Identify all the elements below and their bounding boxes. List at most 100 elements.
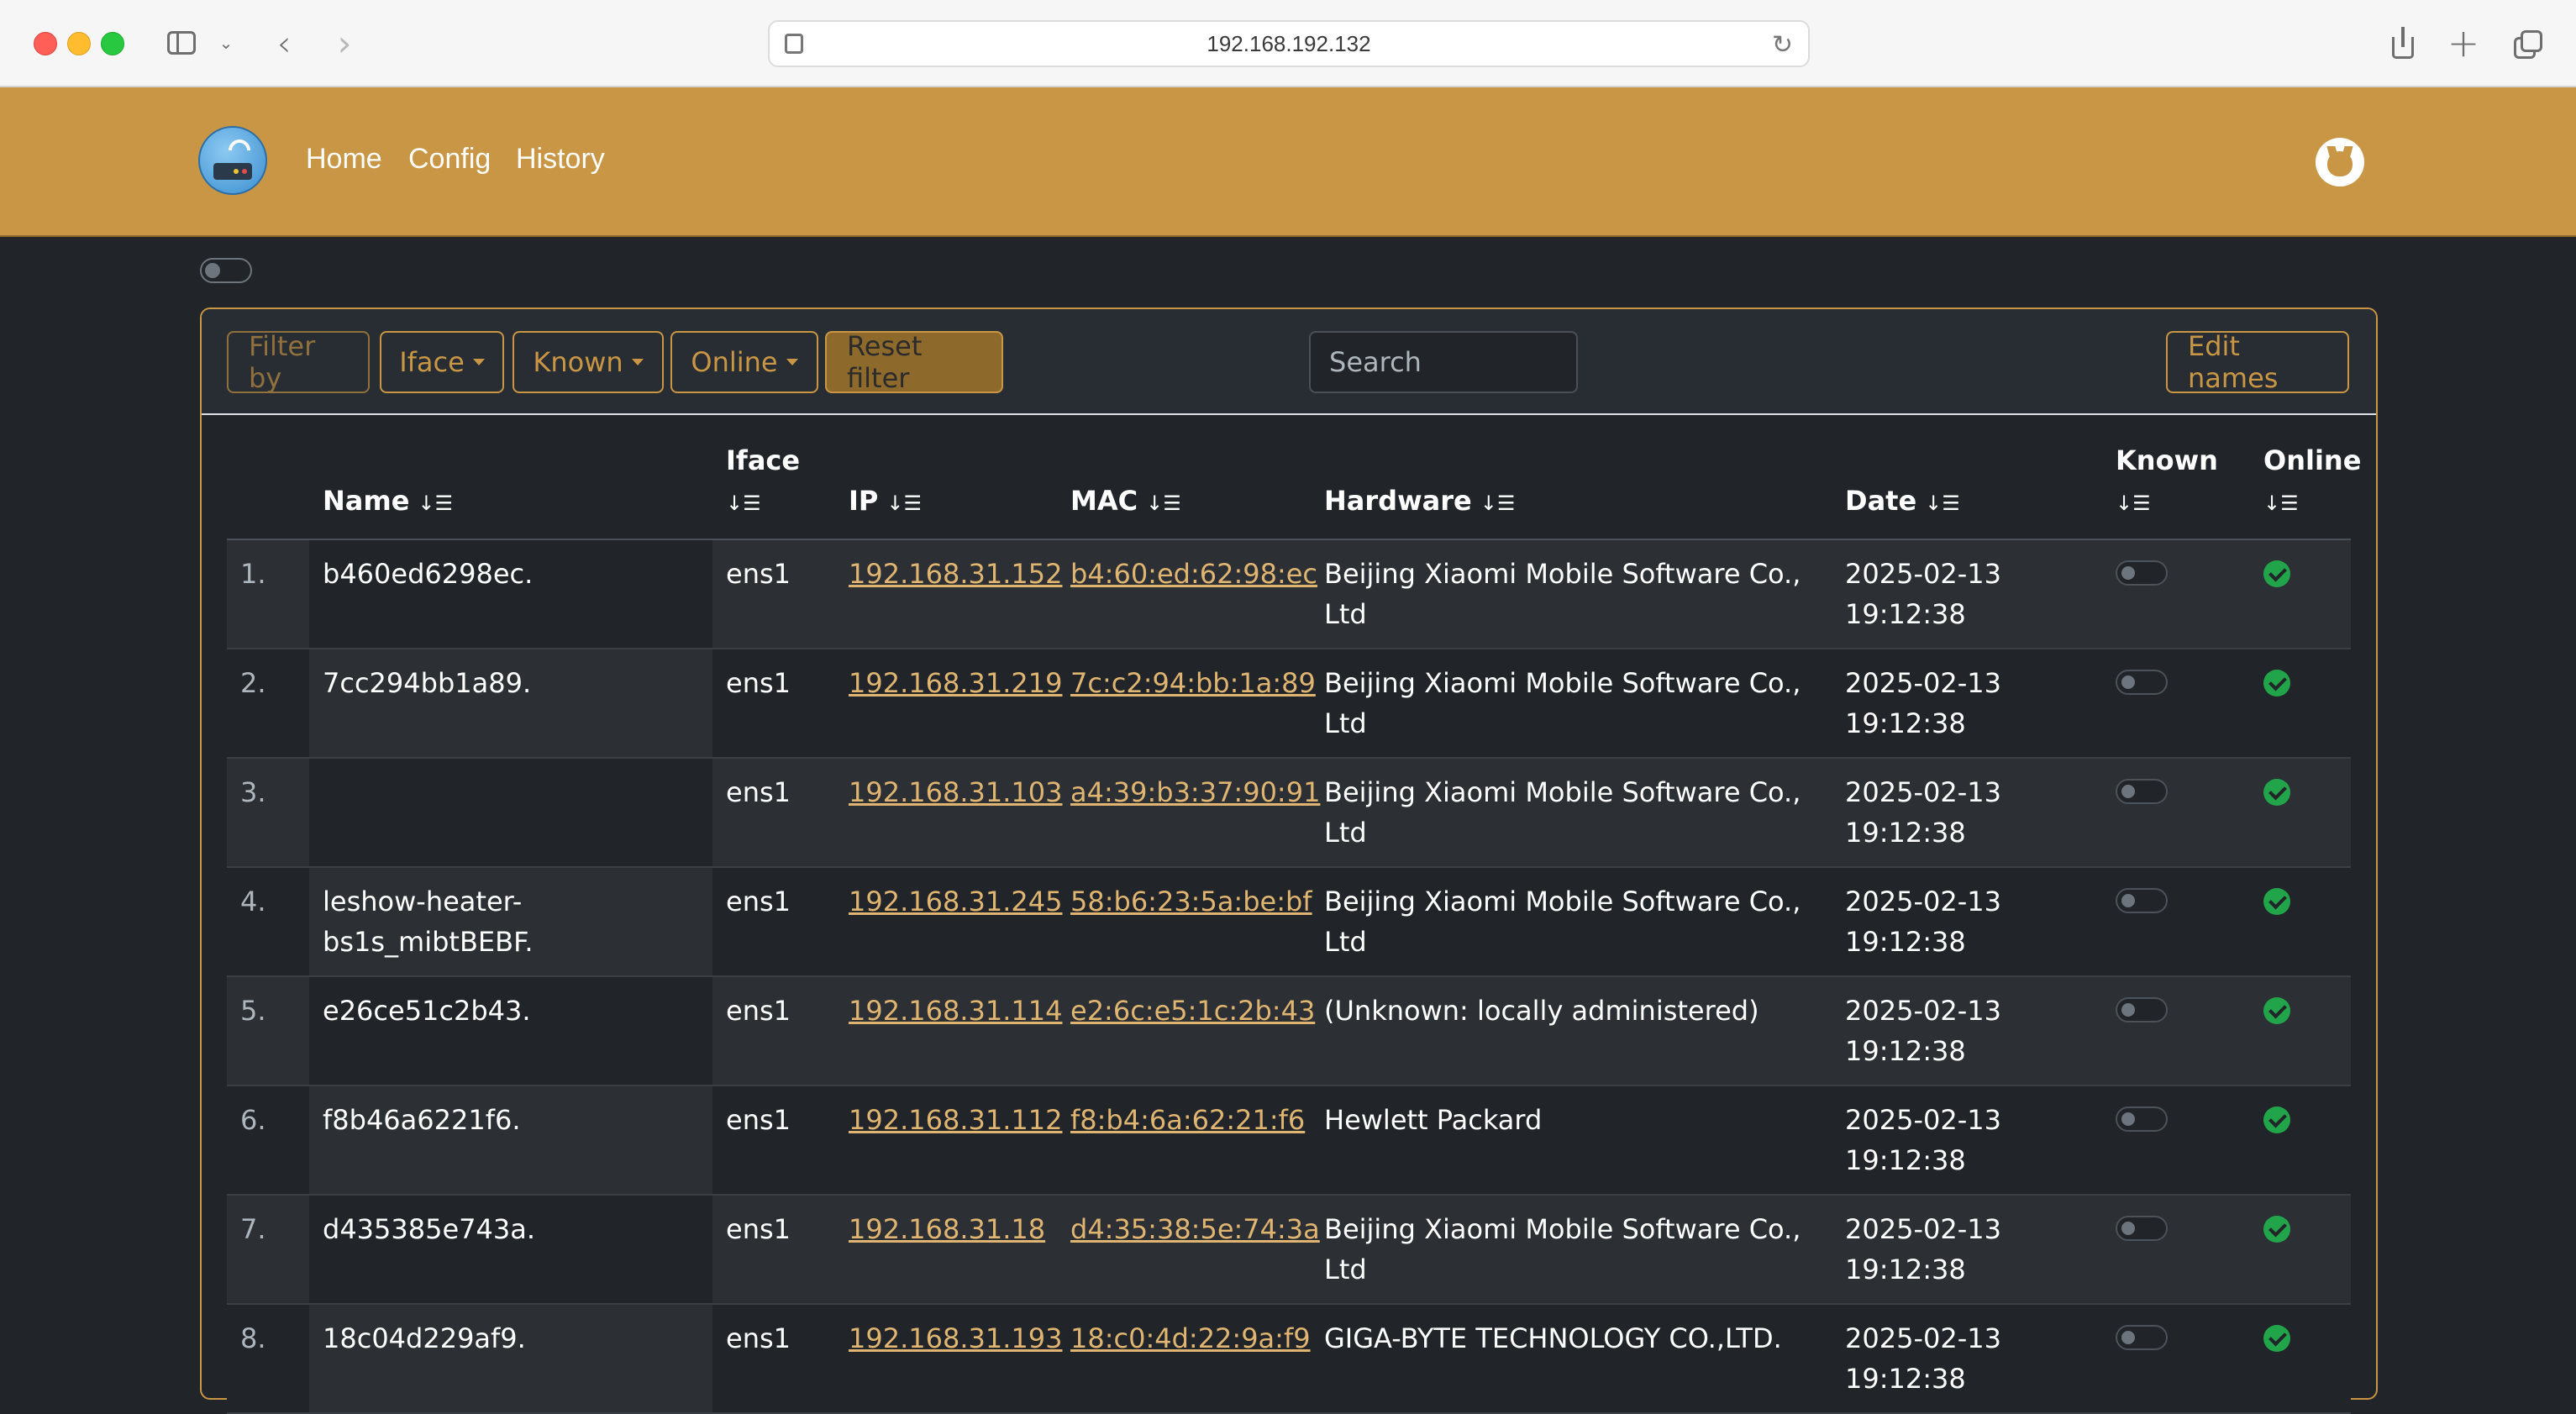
share-icon[interactable] — [2386, 25, 2420, 60]
known-column-header[interactable]: Known ↓☰ — [2102, 417, 2250, 540]
online-filter-dropdown[interactable]: Online — [670, 331, 818, 393]
table-row: 3. ens1 192.168.31.103 a4:39:b3:37:90:91 Bei… — [227, 758, 2351, 868]
device-ip-cell: 192.168.31.103 — [835, 758, 1062, 868]
table-row: 1. b460ed6298ec. ens1 192.168.31.152 b4:60:e… — [227, 539, 2351, 649]
device-ip-cell: 192.168.31.193 — [835, 1304, 1062, 1414]
device-ip-cell: 192.168.31.18 — [835, 1195, 1057, 1305]
devices-table-wrapper: Name ↓☰ Iface ↓☰ IP ↓☰ MAC ↓☰ Hardware ↓☰ Dat… — [227, 417, 2361, 1414]
edit-names-button[interactable]: Edit names — [2166, 330, 2349, 394]
sort-icon[interactable]: ↓☰ — [2263, 483, 2299, 523]
nav-history-link[interactable]: History — [516, 143, 605, 176]
known-toggle-switch[interactable] — [2116, 670, 2168, 695]
date-column-header[interactable]: Date ↓☰ — [1832, 417, 2102, 540]
reset-filter-button[interactable]: Reset filter — [825, 330, 1003, 394]
hardware-column-header[interactable]: Hardware ↓☰ — [1311, 417, 1832, 540]
device-date: 2025-02-13 19:12:38 — [1832, 758, 2102, 868]
device-mac-link[interactable]: a4:39:b3:37:90:91 — [1070, 776, 1320, 808]
tab-overview-icon[interactable] — [2510, 25, 2547, 60]
back-arrow-icon[interactable]: ‹ — [267, 23, 301, 64]
site-settings-icon[interactable] — [785, 34, 803, 54]
online-check-icon — [2263, 1325, 2290, 1352]
sort-icon[interactable]: ↓☰ — [418, 483, 453, 523]
github-icon[interactable] — [2316, 138, 2364, 187]
device-ip-cell: 192.168.31.114 — [835, 976, 1062, 1086]
known-toggle-switch[interactable] — [2116, 560, 2168, 586]
device-ip-link[interactable]: 192.168.31.112 — [849, 1104, 1062, 1136]
chevron-down-icon[interactable]: ⌄ — [215, 25, 237, 60]
device-mac-cell: b4:60:ed:62:98:ec — [1057, 539, 1317, 649]
new-tab-icon[interactable]: + — [2447, 20, 2480, 66]
device-name: b460ed6298ec. — [309, 539, 712, 649]
device-name: f8b46a6221f6. — [309, 1085, 712, 1196]
sort-icon[interactable]: ↓☰ — [1146, 483, 1181, 523]
device-ip-link[interactable]: 192.168.31.219 — [849, 667, 1062, 699]
ip-column-header[interactable]: IP ↓☰ — [835, 417, 1057, 540]
online-check-icon — [2263, 670, 2290, 696]
minimize-window-button[interactable] — [67, 32, 91, 55]
reload-icon[interactable]: ↻ — [1772, 30, 1793, 60]
device-ip-link[interactable]: 192.168.31.152 — [849, 558, 1062, 590]
device-hardware: Hewlett Packard — [1311, 1085, 1832, 1196]
known-filter-dropdown[interactable]: Known — [513, 331, 664, 393]
sort-icon[interactable]: ↓☰ — [886, 483, 922, 523]
iface-filter-dropdown[interactable]: Iface — [380, 331, 504, 393]
row-number: 1. — [227, 539, 309, 649]
device-iface: ens1 — [712, 976, 835, 1086]
sort-icon[interactable]: ↓☰ — [2116, 483, 2151, 523]
device-ip-link[interactable]: 192.168.31.245 — [849, 886, 1062, 917]
forward-arrow-icon[interactable]: › — [328, 23, 361, 64]
device-hardware: Beijing Xiaomi Mobile Software Co., Ltd — [1311, 539, 1832, 649]
router-logo-icon[interactable] — [198, 126, 267, 195]
mac-column-header[interactable]: MAC ↓☰ — [1057, 417, 1311, 540]
table-row: 8. 18c04d229af9. ens1 192.168.31.193 18:c0:4… — [227, 1304, 2351, 1414]
table-row: 7. d435385e743a. ens1 192.168.31.18 d4:35:38… — [227, 1195, 2351, 1305]
device-mac-link[interactable]: d4:35:38:5e:74:3a — [1070, 1213, 1320, 1245]
row-number: 6. — [227, 1085, 309, 1196]
known-toggle-switch[interactable] — [2116, 997, 2168, 1022]
device-mac-link[interactable]: 18:c0:4d:22:9a:f9 — [1070, 1322, 1311, 1354]
caret-down-icon — [472, 359, 485, 365]
device-hardware: (Unknown: locally administered) — [1311, 976, 1832, 1086]
known-toggle-switch[interactable] — [2116, 1216, 2168, 1241]
known-toggle-switch[interactable] — [2116, 1325, 2168, 1350]
nav-config-link[interactable]: Config — [408, 143, 491, 176]
sort-icon[interactable]: ↓☰ — [1925, 483, 1960, 523]
sidebar-toggle-icon[interactable] — [165, 25, 198, 60]
device-mac-link[interactable]: 58:b6:23:5a:be:bf — [1070, 886, 1312, 917]
device-ip-cell: 192.168.31.219 — [835, 649, 1062, 759]
sort-icon[interactable]: ↓☰ — [1480, 483, 1516, 523]
device-date: 2025-02-13 19:12:38 — [1832, 1304, 2102, 1414]
name-column-header[interactable]: Name ↓☰ — [309, 417, 712, 540]
device-mac-link[interactable]: f8:b4:6a:62:21:f6 — [1070, 1104, 1305, 1136]
row-number: 4. — [227, 867, 309, 977]
table-row: 5. e26ce51c2b43. ens1 192.168.31.114 e2:6c:e… — [227, 976, 2351, 1086]
online-column-header[interactable]: Online ↓☰ — [2250, 417, 2361, 540]
known-toggle-switch[interactable] — [2116, 888, 2168, 913]
device-ip-link[interactable]: 192.168.31.103 — [849, 776, 1062, 808]
known-toggle-switch[interactable] — [2116, 779, 2168, 804]
online-check-icon — [2263, 560, 2290, 587]
device-name: 7cc294bb1a89. — [309, 649, 712, 759]
device-mac-link[interactable]: 7c:c2:94:bb:1a:89 — [1070, 667, 1316, 699]
device-ip-link[interactable]: 192.168.31.18 — [849, 1213, 1045, 1245]
device-mac-link[interactable]: b4:60:ed:62:98:ec — [1070, 558, 1317, 590]
known-toggle-switch[interactable] — [2116, 1106, 2168, 1132]
online-check-icon — [2263, 779, 2290, 806]
address-bar[interactable]: 192.168.192.132 ↻ — [768, 20, 1810, 67]
device-mac-cell: f8:b4:6a:62:21:f6 — [1057, 1085, 1311, 1196]
device-ip-link[interactable]: 192.168.31.114 — [849, 995, 1062, 1027]
device-iface: ens1 — [712, 649, 835, 759]
maximize-window-button[interactable] — [101, 32, 124, 55]
device-mac-link[interactable]: e2:6c:e5:1c:2b:43 — [1070, 995, 1315, 1027]
theme-toggle-switch[interactable] — [200, 258, 252, 283]
row-number: 8. — [227, 1304, 309, 1414]
device-iface: ens1 — [712, 1304, 835, 1414]
sort-icon[interactable]: ↓☰ — [726, 483, 761, 523]
nav-home-link[interactable]: Home — [306, 143, 382, 176]
device-hardware: Beijing Xiaomi Mobile Software Co., Ltd — [1311, 1195, 1832, 1305]
search-input[interactable] — [1309, 331, 1578, 393]
device-ip-cell: 192.168.31.245 — [835, 867, 1062, 977]
close-window-button[interactable] — [34, 32, 57, 55]
iface-column-header[interactable]: Iface ↓☰ — [712, 417, 835, 540]
device-ip-link[interactable]: 192.168.31.193 — [849, 1322, 1062, 1354]
